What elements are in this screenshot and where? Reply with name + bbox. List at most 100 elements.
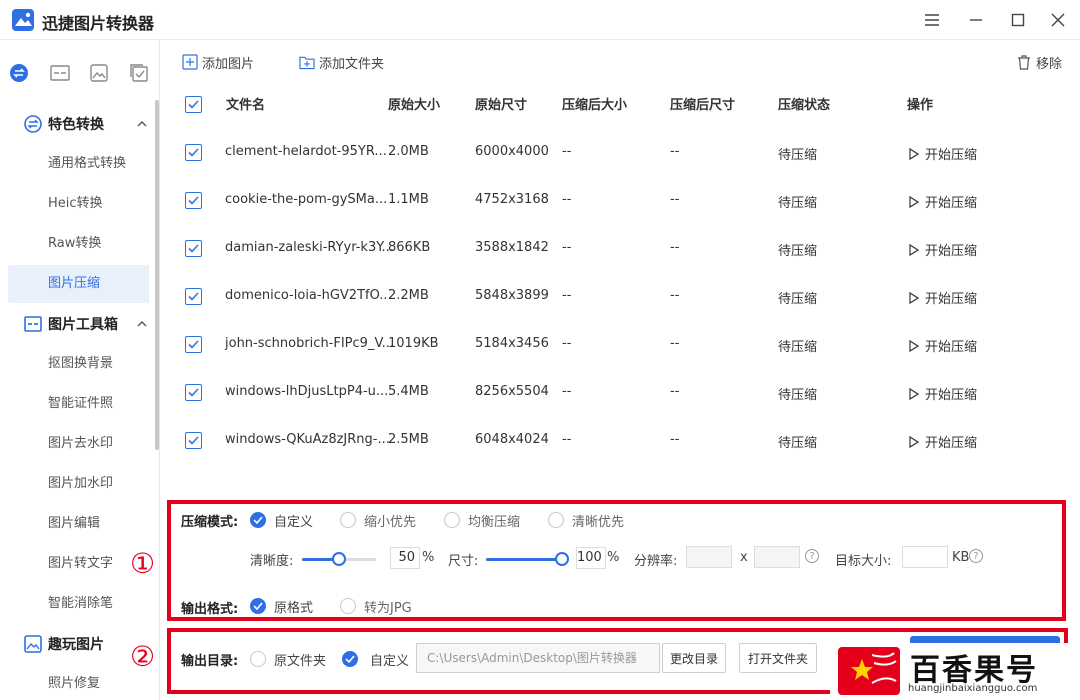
start-compress-button[interactable]: 开始压缩	[909, 336, 977, 355]
cell-filename: domenico-loia-hGV2TfO...	[225, 288, 392, 303]
chevron-up-icon[interactable]	[134, 316, 150, 332]
row-checkbox[interactable]	[185, 384, 202, 401]
play-icon	[909, 339, 919, 352]
format-label: 输出格式:	[181, 602, 239, 617]
row-checkbox[interactable]	[185, 288, 202, 305]
start-compress-button[interactable]: 开始压缩	[909, 144, 977, 163]
open-folder-button[interactable]: 打开文件夹	[739, 643, 817, 673]
cell-comp-size: --	[562, 432, 572, 447]
sidebar-item-add-watermark[interactable]: 图片加水印	[8, 465, 149, 503]
mode-small-radio[interactable]	[340, 512, 356, 528]
mode-clear-label[interactable]: 清晰优先	[572, 511, 624, 530]
header-comp-dims[interactable]: 压缩后尺寸	[670, 94, 735, 113]
row-checkbox[interactable]	[185, 192, 202, 209]
row-checkbox[interactable]	[185, 144, 202, 161]
sidebar-item-heic[interactable]: Heic转换	[8, 185, 149, 223]
sidebar-item-remove-watermark[interactable]: 图片去水印	[8, 425, 149, 463]
add-image-label: 添加图片	[202, 56, 255, 72]
sidebar-scrollbar[interactable]	[155, 100, 159, 450]
sidebar-item-raw[interactable]: Raw转换	[8, 225, 149, 263]
format-original-radio[interactable]	[250, 598, 266, 614]
target-size-input[interactable]	[902, 546, 948, 568]
cell-comp-dims: --	[670, 384, 680, 399]
format-original-label[interactable]: 原格式	[274, 597, 313, 616]
convert-tab-icon[interactable]	[8, 62, 30, 84]
section-fun-images[interactable]: 趣玩图片	[24, 632, 104, 656]
cell-comp-size: --	[562, 288, 572, 303]
close-icon[interactable]	[1044, 6, 1072, 34]
output-path-input[interactable]: C:\Users\Admin\Desktop\图片转换器	[416, 643, 660, 673]
mode-custom-label[interactable]: 自定义	[274, 511, 313, 530]
size-input[interactable]: 100	[576, 547, 606, 569]
cell-comp-size: --	[562, 192, 572, 207]
start-compress-label: 开始压缩	[925, 388, 978, 403]
sidebar-item-general-convert[interactable]: 通用格式转换	[8, 145, 149, 183]
clarity-slider-knob[interactable]	[332, 552, 346, 566]
sidebar-item-eraser[interactable]: 智能消除笔	[8, 585, 149, 623]
mode-balanced-label[interactable]: 均衡压缩	[468, 511, 520, 530]
start-compress-button[interactable]: 开始压缩	[909, 240, 977, 259]
header-orig-dims[interactable]: 原始尺寸	[475, 94, 527, 113]
header-filename[interactable]: 文件名	[226, 94, 265, 113]
clarity-label: 清晰度:	[250, 554, 294, 569]
row-checkbox[interactable]	[185, 336, 202, 353]
toolbox-tab-icon[interactable]	[49, 62, 71, 84]
sidebar-item-photo-repair[interactable]: 照片修复	[8, 665, 149, 700]
sidebar-item-cutout[interactable]: 抠图换背景	[8, 345, 149, 383]
size-slider-knob[interactable]	[555, 552, 569, 566]
sidebar-item-id-photo[interactable]: 智能证件照	[8, 385, 149, 423]
resolution-width-input[interactable]	[686, 546, 732, 568]
menu-icon[interactable]	[918, 6, 946, 34]
target-size-help-icon[interactable]: ?	[969, 549, 983, 563]
size-percent: %	[607, 550, 620, 565]
section-label: 图片工具箱	[48, 317, 118, 333]
format-jpg-label[interactable]: 转为JPG	[364, 597, 412, 616]
mode-custom-radio[interactable]	[250, 512, 266, 528]
fun-image-tab-icon[interactable]	[88, 62, 110, 84]
output-custom-label[interactable]: 自定义	[370, 650, 409, 669]
sidebar-item-edit[interactable]: 图片编辑	[8, 505, 149, 543]
add-folder-icon	[299, 54, 315, 70]
play-icon	[909, 291, 919, 304]
mode-small-label[interactable]: 缩小优先	[364, 511, 416, 530]
header-comp-size[interactable]: 压缩后大小	[562, 94, 627, 113]
remove-button[interactable]: 移除	[1016, 52, 1062, 72]
cell-orig-size: 1019KB	[388, 336, 439, 351]
resolution-height-input[interactable]	[754, 546, 800, 568]
header-orig-size[interactable]: 原始大小	[388, 94, 440, 113]
row-checkbox[interactable]	[185, 240, 202, 257]
header-action: 操作	[907, 98, 934, 113]
output-original-label[interactable]: 原文件夹	[274, 650, 326, 669]
header-status[interactable]: 压缩状态	[778, 94, 830, 113]
add-folder-button[interactable]: 添加文件夹	[299, 52, 384, 72]
mode-label: 压缩模式:	[181, 515, 239, 530]
section-toolbox[interactable]: 图片工具箱	[24, 312, 118, 336]
minimize-icon[interactable]	[962, 6, 990, 34]
row-checkbox[interactable]	[185, 432, 202, 449]
batch-tab-icon[interactable]	[128, 62, 150, 84]
change-dir-button[interactable]: 更改目录	[662, 643, 726, 673]
format-jpg-radio[interactable]	[340, 598, 356, 614]
start-compress-button[interactable]: 开始压缩	[909, 192, 977, 211]
clarity-input[interactable]: 50	[390, 547, 420, 569]
start-compress-button[interactable]: 开始压缩	[909, 384, 977, 403]
sidebar-item-ocr[interactable]: 图片转文字	[8, 545, 149, 583]
add-image-button[interactable]: 添加图片	[182, 52, 254, 72]
mode-balanced-radio[interactable]	[444, 512, 460, 528]
cell-orig-size: 5.4MB	[388, 384, 429, 399]
section-featured-convert[interactable]: 特色转换	[24, 112, 104, 136]
cell-comp-dims: --	[670, 192, 680, 207]
cell-orig-dims: 8256x5504	[475, 384, 549, 399]
output-original-radio[interactable]	[250, 651, 266, 667]
select-all-checkbox[interactable]	[185, 96, 202, 113]
start-compress-button[interactable]: 开始压缩	[909, 432, 977, 451]
chevron-up-icon[interactable]	[134, 116, 150, 132]
resolution-help-icon[interactable]: ?	[805, 549, 819, 563]
start-compress-label: 开始压缩	[925, 292, 978, 307]
maximize-icon[interactable]	[1004, 6, 1032, 34]
mode-clear-radio[interactable]	[548, 512, 564, 528]
output-custom-radio[interactable]	[342, 651, 358, 667]
sidebar-item-compress[interactable]: 图片压缩	[8, 265, 149, 303]
start-compress-button[interactable]: 开始压缩	[909, 288, 977, 307]
sidebar: 特色转换 通用格式转换 Heic转换 Raw转换 图片压缩 图片工具箱 抠图换背…	[0, 40, 160, 700]
